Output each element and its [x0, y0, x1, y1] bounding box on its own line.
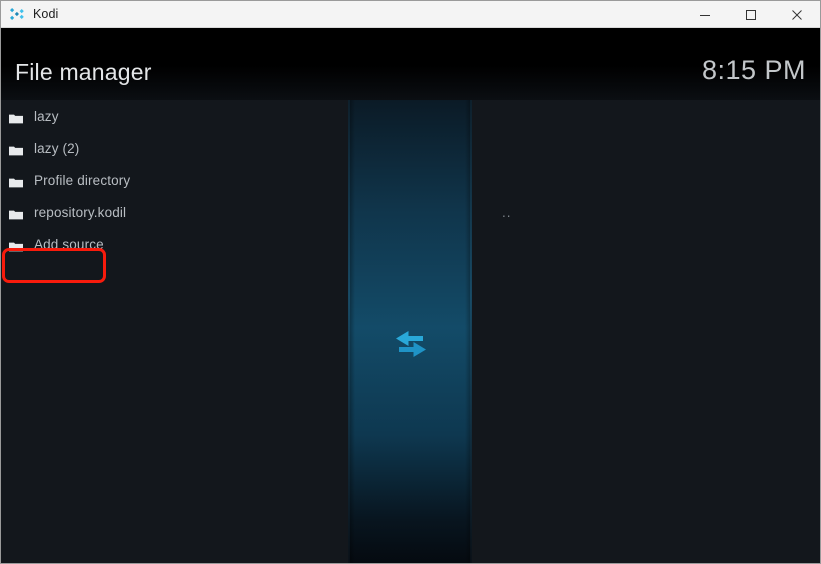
- clock: 8:15 PM: [701, 55, 806, 85]
- kodi-logo-icon: [9, 6, 25, 22]
- left-file-pane: lazy lazy (2) Profile directory reposito…: [1, 100, 349, 563]
- list-item-profile-directory[interactable]: Profile directory: [1, 164, 349, 196]
- right-pane-spacer: [472, 100, 820, 132]
- list-item-label: lazy (2): [34, 140, 80, 156]
- list-item-parent-directory[interactable]: ..: [472, 196, 820, 228]
- list-item-add-source[interactable]: Add source: [1, 228, 349, 260]
- right-file-pane: ..: [472, 100, 820, 563]
- swap-arrows-icon[interactable]: [393, 328, 429, 360]
- window-title: Kodi: [33, 7, 59, 21]
- folder-icon: [9, 175, 23, 187]
- list-item-lazy[interactable]: lazy: [1, 100, 349, 132]
- folder-icon: [9, 143, 23, 155]
- maximize-button[interactable]: [728, 1, 774, 28]
- list-item-label: lazy: [34, 108, 59, 124]
- window-controls: [682, 1, 820, 28]
- center-divider-panel: [349, 28, 471, 563]
- file-manager-screen: File manager 8:15 PM lazy lazy (2) Profi…: [1, 28, 820, 563]
- folder-icon: [9, 239, 23, 251]
- list-item-label: repository.kodil: [34, 204, 127, 220]
- right-pane-spacer: [472, 164, 820, 196]
- header-band: File manager 8:15 PM: [1, 28, 820, 100]
- folder-icon: [9, 207, 23, 219]
- right-pane-spacer: [472, 132, 820, 164]
- list-item-label: ..: [502, 204, 512, 220]
- close-button[interactable]: [774, 1, 820, 28]
- page-title: File manager: [15, 59, 152, 85]
- kodi-window: Kodi File manager 8:15 PM lazy lazy (2) …: [0, 0, 821, 564]
- list-item-label: Profile directory: [34, 172, 131, 188]
- folder-icon: [9, 111, 23, 123]
- list-item-repository-kodil[interactable]: repository.kodil: [1, 196, 349, 228]
- window-titlebar: Kodi: [1, 1, 820, 28]
- minimize-button[interactable]: [682, 1, 728, 28]
- list-item-lazy-2[interactable]: lazy (2): [1, 132, 349, 164]
- list-item-label: Add source: [34, 236, 104, 252]
